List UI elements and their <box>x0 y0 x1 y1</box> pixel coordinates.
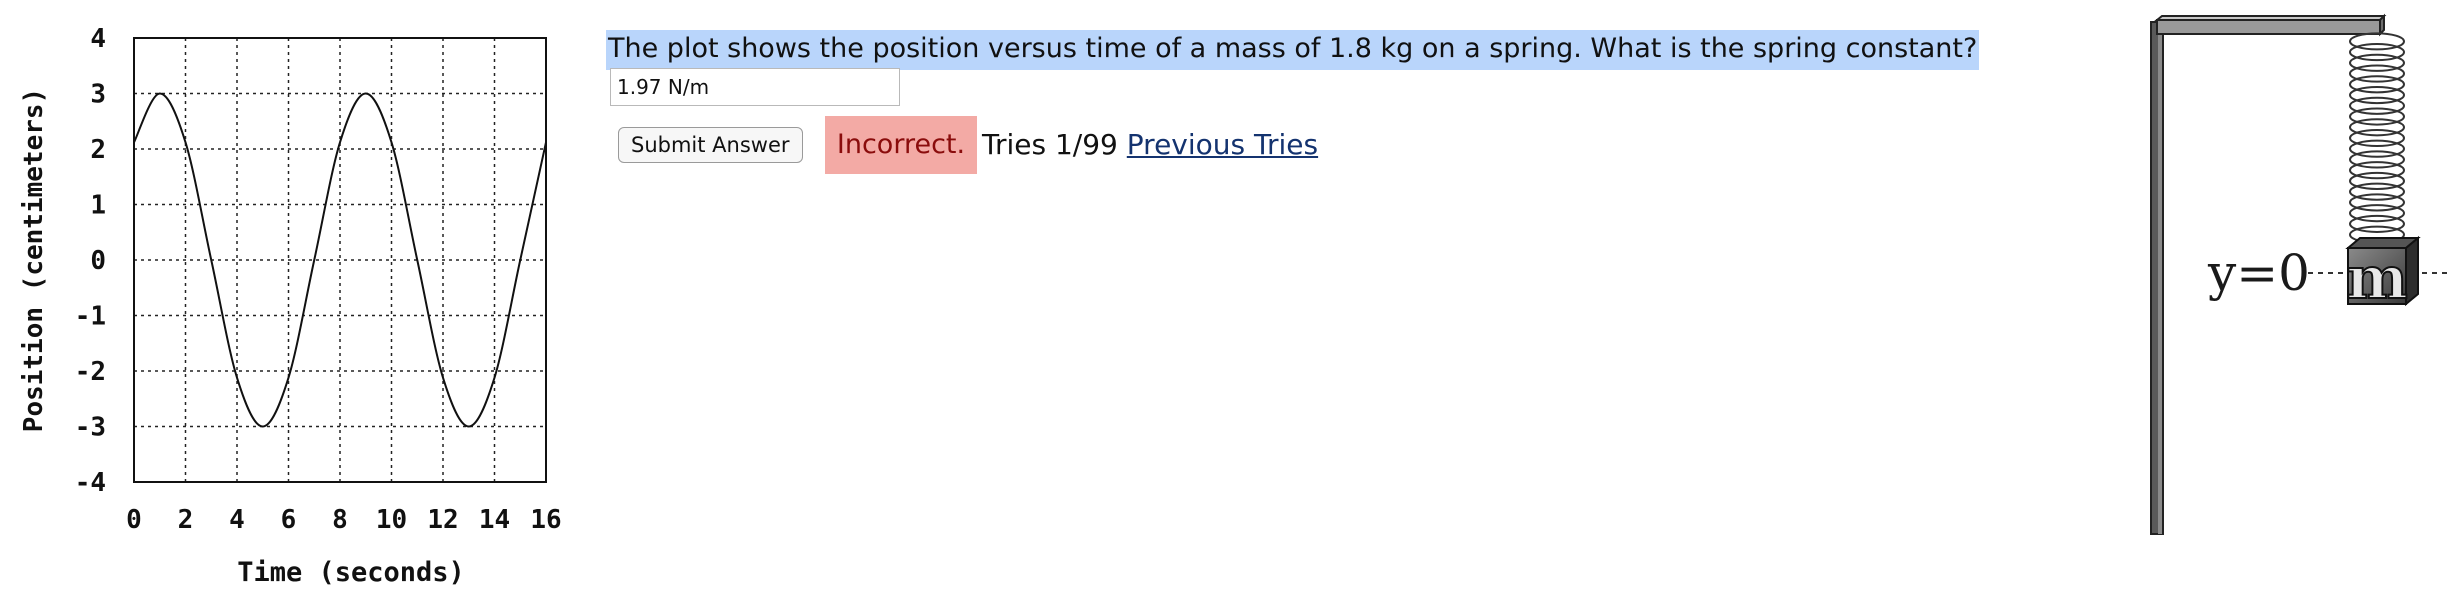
status-badge: Incorrect. <box>825 116 977 174</box>
equilibrium-label: y=0 <box>2207 244 2310 302</box>
x-tick-label: 12 <box>427 505 458 535</box>
x-tick-label: 14 <box>479 505 510 535</box>
x-tick-labels: 0 2 4 6 8 10 12 14 16 <box>126 505 561 535</box>
y-axis-label: Position (centimeters) <box>19 88 49 432</box>
x-tick-label: 2 <box>178 505 194 535</box>
submit-answer-button[interactable]: Submit Answer <box>618 127 803 163</box>
x-tick-label: 8 <box>332 505 348 535</box>
answer-input[interactable] <box>610 68 900 106</box>
y-tick-label: 2 <box>90 135 106 165</box>
x-tick-label: 0 <box>126 505 142 535</box>
y-tick-label: 3 <box>90 80 106 110</box>
tries-count: Tries 1/99 <box>982 128 1118 161</box>
y-tick-label: -1 <box>75 302 106 332</box>
chart-grid <box>134 38 546 482</box>
x-tick-label: 4 <box>229 505 245 535</box>
y-tick-label: 0 <box>90 246 106 276</box>
mass-label: m <box>2346 244 2407 312</box>
mass-block: m <box>2345 235 2421 313</box>
x-tick-label: 6 <box>281 505 297 535</box>
y-tick-label: -3 <box>75 413 106 443</box>
y-tick-labels: 4 3 2 1 0 -1 -2 -3 -4 <box>75 24 106 498</box>
spring-coils <box>2349 32 2405 244</box>
question-text: The plot shows the position versus time … <box>606 30 1980 70</box>
y-tick-label: 1 <box>90 191 106 221</box>
spring-mass-diagram: m y=0 <box>2150 13 2448 535</box>
x-tick-label: 10 <box>376 505 407 535</box>
y-tick-label: 4 <box>90 24 106 54</box>
x-tick-label: 16 <box>530 505 561 535</box>
position-time-chart: 0 2 4 6 8 10 12 14 16 43210-1-2-3-4 Time (second… <box>19 24 562 588</box>
x-axis-label: Time (seconds) <box>237 557 465 588</box>
y-tick-label: -2 <box>75 357 106 387</box>
tries-info: Tries 1/99 Previous Tries <box>982 126 1318 164</box>
previous-tries-link[interactable]: Previous Tries <box>1127 128 1318 161</box>
y-tick-label: -4 <box>75 468 106 498</box>
